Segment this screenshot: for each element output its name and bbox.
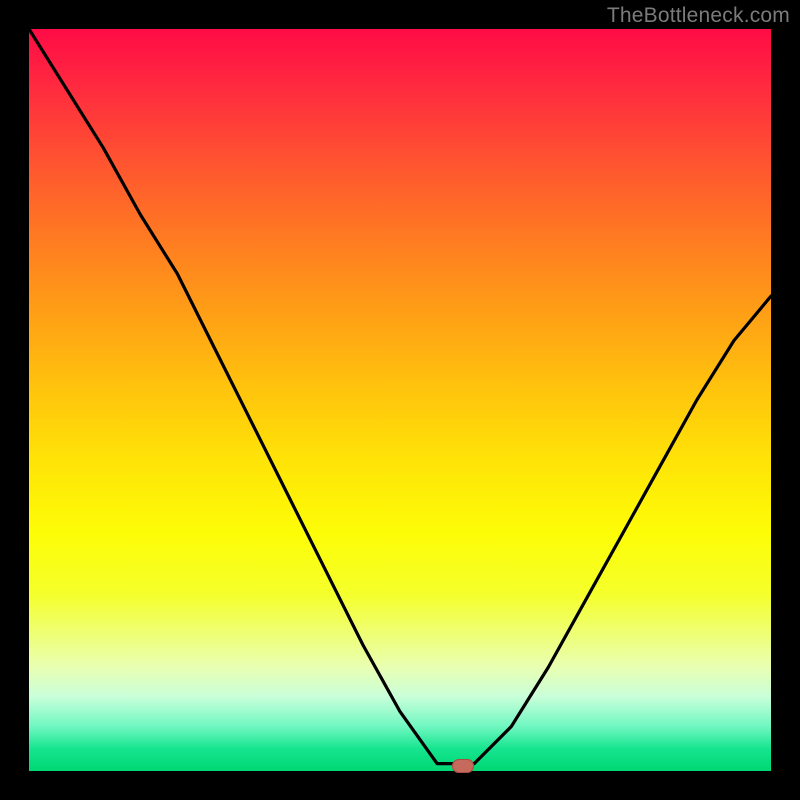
watermark-text: TheBottleneck.com — [607, 4, 790, 28]
bottleneck-curve — [29, 29, 771, 771]
chart-frame: TheBottleneck.com — [0, 0, 800, 800]
plot-area — [29, 29, 771, 771]
optimum-marker — [452, 759, 474, 773]
curve-path — [29, 29, 771, 764]
